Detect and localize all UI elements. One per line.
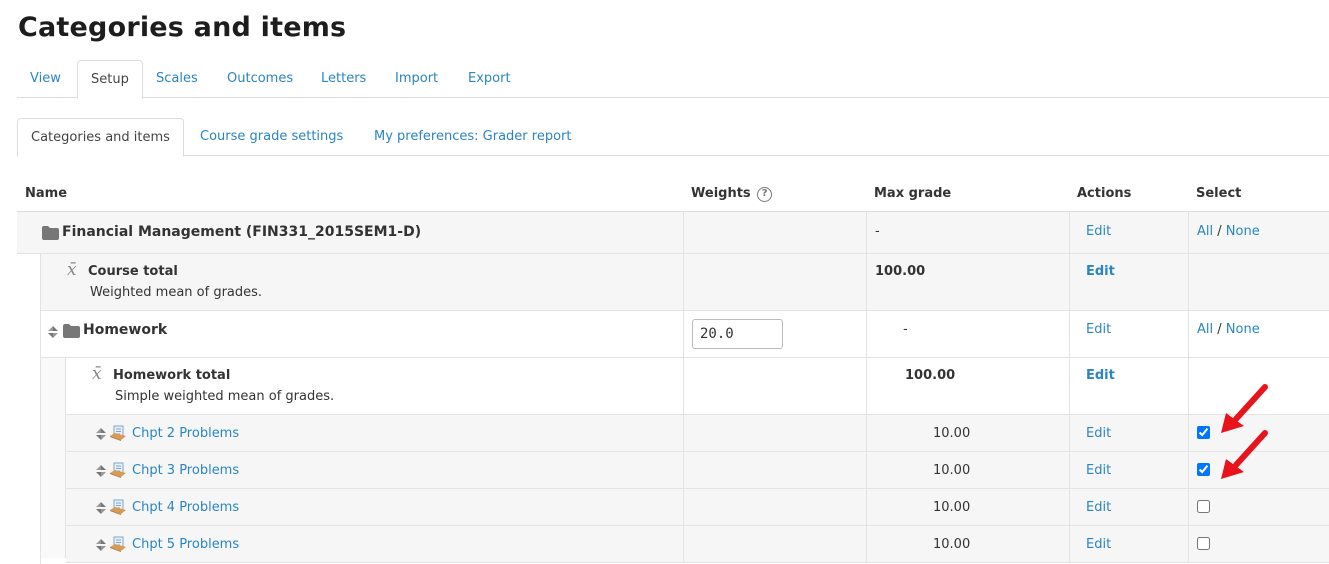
mean-x-bar-icon: x̄ <box>92 364 102 384</box>
edit-link[interactable]: Edit <box>1086 463 1111 478</box>
primary-tabs: View Setup Scales Outcomes Letters Impor… <box>17 60 1329 99</box>
move-icon[interactable] <box>94 538 108 552</box>
max-grade: - <box>903 322 908 337</box>
header-name: Name <box>25 186 68 201</box>
move-icon[interactable] <box>94 464 108 478</box>
table-row: Chpt 4 Problems 10.00 Edit <box>66 489 1329 526</box>
assignment-icon <box>110 536 126 552</box>
select-checkbox[interactable] <box>1197 537 1210 550</box>
max-grade: 100.00 <box>905 368 956 383</box>
homework-total-desc: Simple weighted mean of grades. <box>115 389 335 404</box>
edit-link[interactable]: Edit <box>1086 537 1111 552</box>
assignment-icon <box>110 499 126 515</box>
help-icon[interactable]: ? <box>757 187 773 202</box>
table-row: Chpt 5 Problems 10.00 Edit <box>66 526 1329 563</box>
category-name: Financial Management (FIN331_2015SEM1-D) <box>62 224 422 240</box>
tab-import[interactable]: Import <box>382 60 451 98</box>
course-total-desc: Weighted mean of grades. <box>90 285 263 300</box>
move-icon[interactable] <box>94 501 108 515</box>
edit-link[interactable]: Edit <box>1086 322 1111 337</box>
move-icon[interactable] <box>94 427 108 441</box>
table-row: Chpt 2 Problems 10.00 Edit <box>66 384 1329 452</box>
table-row: Financial Management (FIN331_2015SEM1-D)… <box>17 212 1329 254</box>
table-row: Chpt 3 Problems 10.00 Edit <box>66 430 1329 489</box>
header-weights-label: Weights <box>691 186 751 201</box>
header-select: Select <box>1196 186 1242 201</box>
page-title: Categories and items <box>18 12 347 43</box>
mean-x-bar-icon: x̄ <box>67 260 77 280</box>
select-checkbox[interactable] <box>1197 500 1210 513</box>
tab-scales[interactable]: Scales <box>143 60 211 98</box>
grade-item-link[interactable]: Chpt 3 Problems <box>132 463 239 478</box>
tab-export[interactable]: Export <box>455 60 524 98</box>
grade-item-link[interactable]: Chpt 5 Problems <box>132 537 239 552</box>
category-name: Homework <box>83 322 168 338</box>
select-none-link[interactable]: None <box>1226 224 1260 239</box>
secondary-tabs: Categories and items Course grade settin… <box>17 118 1329 157</box>
select-none-link[interactable]: None <box>1226 322 1260 337</box>
select-checkbox[interactable] <box>1197 426 1210 439</box>
select-checkbox[interactable] <box>1197 463 1210 476</box>
edit-link[interactable]: Edit <box>1086 264 1115 279</box>
table-row: x̄ Homework total Simple weighted mean o… <box>66 358 1329 415</box>
assignment-icon <box>110 425 126 441</box>
folder-icon <box>42 226 59 240</box>
edit-link[interactable]: Edit <box>1086 426 1111 441</box>
header-weights: Weights ? <box>691 186 773 202</box>
max-grade: 10.00 <box>933 426 971 441</box>
tab-view[interactable]: View <box>17 60 74 98</box>
edit-link[interactable]: Edit <box>1086 500 1111 515</box>
homework-total-name: Homework total <box>113 368 231 383</box>
folder-icon <box>63 324 80 338</box>
red-arrow-icon <box>1221 384 1268 433</box>
tab-categories-and-items[interactable]: Categories and items <box>17 118 184 157</box>
max-grade: 100.00 <box>875 264 926 279</box>
move-icon[interactable] <box>46 325 60 339</box>
table-header: Name Weights ? Max grade Actions Select <box>17 175 1329 212</box>
tab-setup[interactable]: Setup <box>77 60 143 99</box>
tab-my-preferences-grader-report[interactable]: My preferences: Grader report <box>361 118 584 156</box>
red-arrow-icon <box>1221 430 1268 479</box>
max-grade: 10.00 <box>933 537 971 552</box>
tab-letters[interactable]: Letters <box>308 60 379 98</box>
select-links: All / None <box>1197 224 1260 239</box>
header-max-grade: Max grade <box>874 186 952 201</box>
course-total-name: Course total <box>88 264 178 279</box>
grade-item-link[interactable]: Chpt 2 Problems <box>132 426 239 441</box>
table-row: Homework - Edit All / None <box>41 311 1329 358</box>
assignment-icon <box>110 462 126 478</box>
max-grade: - <box>875 224 880 239</box>
tab-course-grade-settings[interactable]: Course grade settings <box>187 118 356 156</box>
max-grade: 10.00 <box>933 500 971 515</box>
max-grade: 10.00 <box>933 463 971 478</box>
table-row: x̄ Course total Weighted mean of grades.… <box>41 254 1329 311</box>
header-actions: Actions <box>1077 186 1132 201</box>
select-all-link[interactable]: All <box>1197 224 1213 239</box>
edit-link[interactable]: Edit <box>1086 368 1115 383</box>
grade-item-link[interactable]: Chpt 4 Problems <box>132 500 239 515</box>
weight-input[interactable] <box>692 319 783 349</box>
edit-link[interactable]: Edit <box>1086 224 1111 239</box>
tab-outcomes[interactable]: Outcomes <box>214 60 306 98</box>
select-all-link[interactable]: All <box>1197 322 1213 337</box>
select-links: All / None <box>1197 322 1260 337</box>
